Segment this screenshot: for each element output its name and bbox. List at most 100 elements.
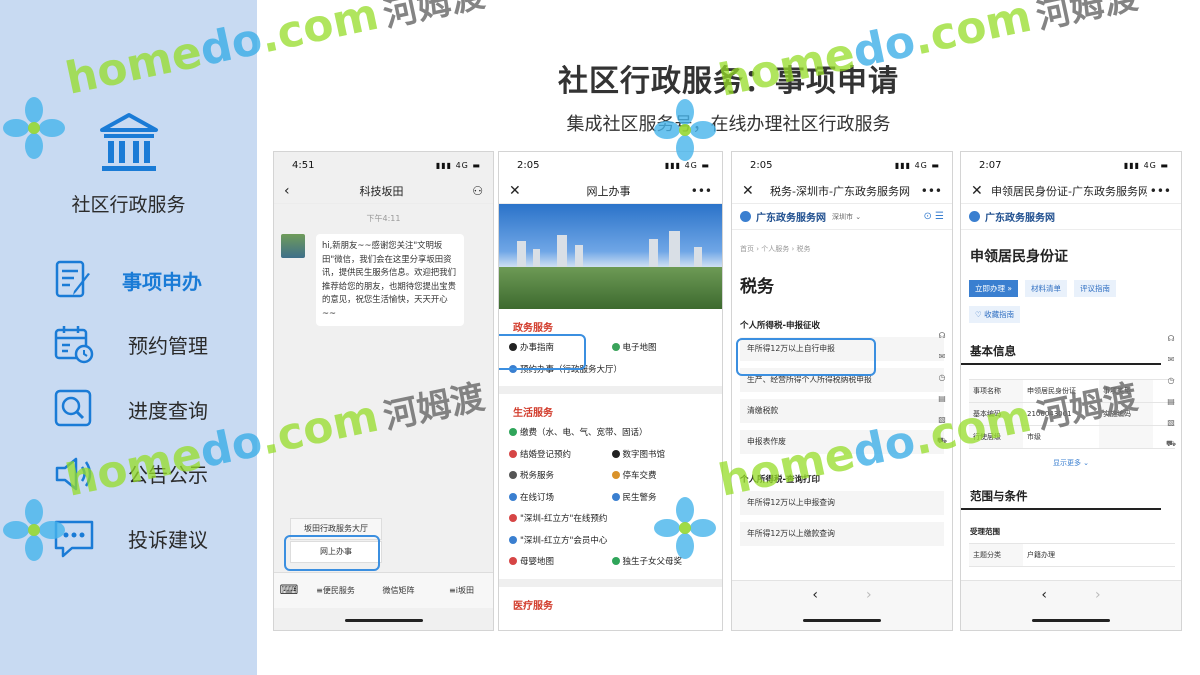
bottom-menu-item[interactable]: ≡便民服务	[304, 585, 367, 596]
wechat-bottom-menu: ⌨ ≡便民服务 微信矩阵 ≡i坂田	[274, 572, 493, 608]
headset-icon[interactable]: ☊	[938, 325, 945, 346]
history-icon[interactable]: ◷	[939, 367, 946, 388]
clipboard-icon[interactable]: ▤	[938, 388, 946, 409]
sidebar-item-complaint[interactable]: 投诉建议	[52, 506, 242, 571]
member-icon	[509, 535, 517, 544]
car-icon[interactable]: ⛟	[937, 430, 947, 451]
water-drop-icon	[509, 428, 517, 436]
back-icon[interactable]: ‹	[812, 587, 818, 603]
portal-header: 广东政务服务网 深圳市 ⌄ ⊙ ☰	[732, 204, 952, 230]
sidebar-item-appointment[interactable]: 预约管理	[52, 313, 242, 378]
status-bar: 2:07 ▮▮▮ 4G ▬	[961, 152, 1181, 178]
sidebar-item-apply[interactable]: 事项申办	[52, 248, 242, 313]
show-more-link[interactable]: 显示更多 ⌄	[961, 449, 1181, 468]
signal-battery-icon: ▮▮▮ 4G ▬	[894, 160, 940, 170]
back-icon[interactable]: ‹	[284, 183, 304, 199]
message-icon[interactable]: ✉	[939, 346, 946, 367]
apply-now-button[interactable]: 立即办理 »	[969, 280, 1018, 297]
group-title: 个人所得税-查询打印	[740, 475, 821, 485]
clipboard-icon[interactable]: ▤	[1167, 391, 1175, 412]
keyboard-icon[interactable]: ⌨	[274, 583, 304, 598]
list-item[interactable]: 年所得12万以上缴款查询	[740, 522, 944, 546]
nav-bar: ‹ 科技坂田 ⚇	[274, 178, 493, 204]
favorite-button[interactable]: ♡ 收藏指南	[969, 306, 1021, 323]
list-item[interactable]: 申报表作废	[740, 430, 944, 454]
portal-name[interactable]: 广东政务服务网	[756, 209, 826, 224]
list-item[interactable]: 清缴税款	[740, 399, 944, 423]
service-item[interactable]: 民生警务	[611, 488, 715, 510]
back-icon[interactable]: ‹	[1041, 587, 1047, 603]
city-select[interactable]: 深圳市 ⌄	[832, 212, 861, 222]
favorite-row: ♡ 收藏指南	[961, 297, 1181, 323]
service-item[interactable]: 数字图书馆	[611, 445, 715, 467]
service-item[interactable]: 停车交费	[611, 466, 715, 488]
table-row: 事项名称 申领居民身份证 事项类型	[969, 380, 1175, 403]
portal-logo-icon	[740, 211, 751, 222]
car-icon[interactable]: ⛟	[1166, 433, 1176, 454]
status-bar: 2:05 ▮▮▮ 4G ▬	[499, 152, 722, 178]
service-item[interactable]: 缴费（水、电、气、宽带、固话）	[509, 423, 714, 445]
page-heading: 税务	[740, 277, 774, 297]
bottom-menu-item[interactable]: ≡i坂田	[430, 585, 493, 596]
avatar[interactable]	[281, 234, 305, 258]
home-indicator	[803, 619, 881, 622]
profile-icon[interactable]: ⚇	[459, 184, 483, 198]
service-item[interactable]: "深圳-红立方"会员中心	[509, 531, 714, 553]
more-icon[interactable]: •••	[1147, 184, 1171, 198]
tax-list: 年所得12万以上申报查询 年所得12万以上缴款查询	[732, 485, 952, 546]
headset-icon[interactable]: ☊	[1167, 328, 1174, 349]
status-bar: 4:51 ▮▮▮ 4G ▬	[274, 152, 493, 178]
home-indicator	[344, 619, 423, 622]
service-item[interactable]: 电子地图	[611, 338, 715, 360]
more-icon[interactable]: •••	[688, 184, 712, 198]
service-item[interactable]: 结婚登记预约	[509, 445, 612, 467]
speaker-icon	[55, 457, 92, 490]
baby-map-icon	[509, 557, 517, 565]
service-item[interactable]: 税务服务	[509, 466, 612, 488]
status-time: 2:07	[979, 159, 1002, 171]
venue-icon	[509, 492, 517, 501]
section-title: 基本信息	[961, 323, 1161, 365]
sidebar-item-label: 预约管理	[128, 334, 208, 359]
image-icon[interactable]: ▧	[1167, 412, 1175, 433]
signal-battery-icon: ▮▮▮ 4G ▬	[664, 160, 710, 170]
message-icon[interactable]: ✉	[1168, 349, 1175, 370]
close-icon[interactable]: ✕	[509, 183, 529, 199]
guide-button[interactable]: 评议指南	[1073, 280, 1116, 297]
chat-bubble: hi,新朋友~~感谢您关注"文明坂田"微信，我们会在这里分享坂田资讯，提供民生服…	[316, 234, 464, 326]
page-heading: 申领居民身份证	[970, 249, 1068, 265]
list-item[interactable]: 年所得12万以上申报查询	[740, 491, 944, 515]
service-item[interactable]: 在线订场	[509, 488, 612, 510]
signal-battery-icon: ▮▮▮ 4G ▬	[435, 160, 481, 170]
scope-table: 主题分类 户籍办理	[969, 543, 1175, 567]
government-building-icon	[99, 113, 158, 171]
section-title: 医疗服务	[513, 600, 553, 612]
sidebar-item-label: 公告公示	[128, 463, 208, 488]
police-icon	[611, 492, 620, 501]
forward-icon[interactable]: ›	[1095, 587, 1101, 603]
user-menu-icon[interactable]: ⊙ ☰	[923, 211, 944, 222]
more-icon[interactable]: •••	[918, 184, 942, 198]
close-icon[interactable]: ✕	[742, 183, 762, 199]
sidebar-brand-title: 社区行政服务	[71, 194, 186, 216]
sidebar-item-label: 进度查询	[128, 398, 208, 423]
cube-icon	[509, 514, 517, 522]
history-icon[interactable]: ◷	[1168, 370, 1175, 391]
nav-bar: ✕ 网上办事 •••	[499, 178, 722, 204]
service-item[interactable]: "深圳-红立方"在线预约	[509, 509, 714, 531]
chat-timestamp: 下午4:11	[366, 214, 401, 223]
bottom-menu-item[interactable]: 微信矩阵	[367, 585, 430, 596]
service-item[interactable]: 独生子女父母奖	[611, 552, 715, 574]
material-list-button[interactable]: 材料清单	[1024, 280, 1067, 297]
portal-name[interactable]: 广东政务服务网	[985, 209, 1055, 224]
book-icon	[611, 449, 620, 458]
image-icon[interactable]: ▧	[938, 409, 946, 430]
close-icon[interactable]: ✕	[971, 183, 991, 199]
service-item[interactable]: 母婴地图	[509, 552, 612, 574]
sidebar-item-progress[interactable]: 进度查询	[52, 377, 242, 442]
car-icon	[611, 471, 620, 479]
sidebar-item-notice[interactable]: 公告公示	[52, 442, 242, 507]
side-toolbar: ☊ ✉ ◷ ▤ ▧ ⛟	[1162, 328, 1180, 454]
forward-icon[interactable]: ›	[866, 587, 872, 603]
home-indicator	[1032, 619, 1110, 622]
